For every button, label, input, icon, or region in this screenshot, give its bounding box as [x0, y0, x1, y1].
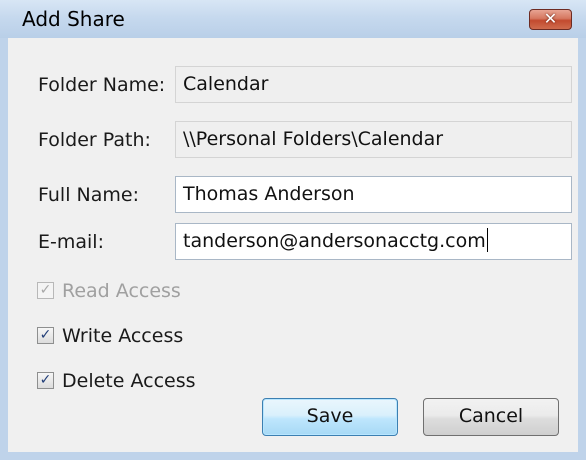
folder-name-label: Folder Name:	[38, 74, 166, 96]
full-name-label: Full Name:	[38, 184, 139, 206]
save-button[interactable]: Save	[262, 398, 398, 436]
delete-access-label[interactable]: Delete Access	[62, 369, 196, 393]
full-name-input[interactable]: Thomas Anderson	[175, 176, 572, 213]
full-name-value: Thomas Anderson	[183, 183, 355, 205]
folder-path-value: \\Personal Folders\Calendar	[183, 128, 444, 150]
write-access-option[interactable]: ✓ Write Access	[37, 324, 237, 348]
folder-name-value: Calendar	[183, 73, 269, 95]
read-access-checkbox: ✓	[37, 282, 54, 299]
close-button[interactable]: ✕	[529, 9, 572, 30]
write-access-checkbox[interactable]: ✓	[37, 327, 54, 344]
checkmark-icon: ✓	[39, 372, 52, 388]
add-share-dialog: Add Share ✕ Folder Name: Calendar Folder…	[0, 0, 586, 460]
text-caret	[486, 228, 488, 252]
folder-path-label: Folder Path:	[38, 129, 151, 151]
email-value: tanderson@andersonacctg.com	[183, 230, 486, 252]
dialog-body: Folder Name: Calendar Folder Path: \\Per…	[8, 38, 578, 452]
checkmark-icon: ✓	[39, 327, 52, 343]
delete-access-option[interactable]: ✓ Delete Access	[37, 369, 237, 393]
close-icon: ✕	[543, 9, 558, 28]
folder-name-field: Calendar	[175, 66, 572, 103]
read-access-option: ✓ Read Access	[37, 279, 237, 303]
write-access-label[interactable]: Write Access	[62, 324, 183, 348]
dialog-title: Add Share	[22, 7, 125, 31]
email-input[interactable]: tanderson@andersonacctg.com	[175, 223, 572, 260]
delete-access-checkbox[interactable]: ✓	[37, 372, 54, 389]
email-label: E-mail:	[38, 231, 104, 253]
window-frame-bottom	[0, 452, 586, 460]
folder-path-field: \\Personal Folders\Calendar	[175, 121, 572, 158]
title-bar[interactable]: Add Share ✕	[0, 0, 586, 38]
read-access-label: Read Access	[62, 280, 181, 302]
cancel-button[interactable]: Cancel	[423, 398, 559, 436]
checkmark-icon: ✓	[39, 282, 52, 298]
